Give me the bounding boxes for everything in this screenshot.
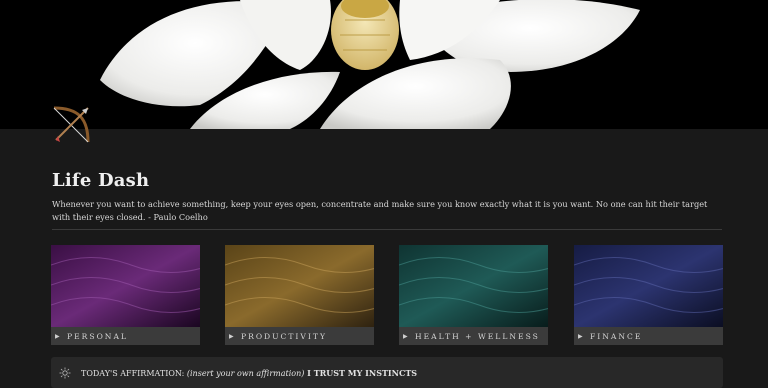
toggle-triangle-icon[interactable]: ▶ [578,333,590,340]
affirmation-prefix: TODAY'S AFFIRMATION: [81,368,187,378]
affirmation-callout: TODAY'S AFFIRMATION: (insert your own af… [51,357,723,388]
card-label: FINANCE [590,331,643,341]
divider [52,229,722,230]
toggle-triangle-icon[interactable]: ▶ [403,333,415,340]
card-gallery: ▶ PERSONAL ▶ PRODUCTIVITY ▶ HEALTH + WELLNE… [51,245,723,345]
affirmation-text[interactable]: TODAY'S AFFIRMATION: (insert your own af… [81,368,417,378]
card-productivity[interactable]: ▶ PRODUCTIVITY [225,245,374,345]
card-image [51,245,200,327]
cover-image [0,0,768,129]
card-personal[interactable]: ▶ PERSONAL [51,245,200,345]
affirmation-italic: (insert your own affirmation) [186,368,305,378]
page-title: Life Dash [52,170,150,191]
card-label: HEALTH + WELLNESS [415,331,540,341]
card-image [574,245,723,327]
card-health-wellness[interactable]: ▶ HEALTH + WELLNESS [399,245,548,345]
toggle-triangle-icon[interactable]: ▶ [55,333,67,340]
card-finance[interactable]: ▶ FINANCE [574,245,723,345]
affirmation-bold: I TRUST MY INSTINCTS [304,367,418,378]
card-image [399,245,548,327]
card-label: PRODUCTIVITY [241,331,327,341]
card-image [225,245,374,327]
page-quote: Whenever you want to achieve something, … [52,199,708,222]
toggle-triangle-icon[interactable]: ▶ [229,333,241,340]
card-label: PERSONAL [67,331,128,341]
archer-bow-icon[interactable] [48,102,94,148]
sun-icon [59,367,71,378]
